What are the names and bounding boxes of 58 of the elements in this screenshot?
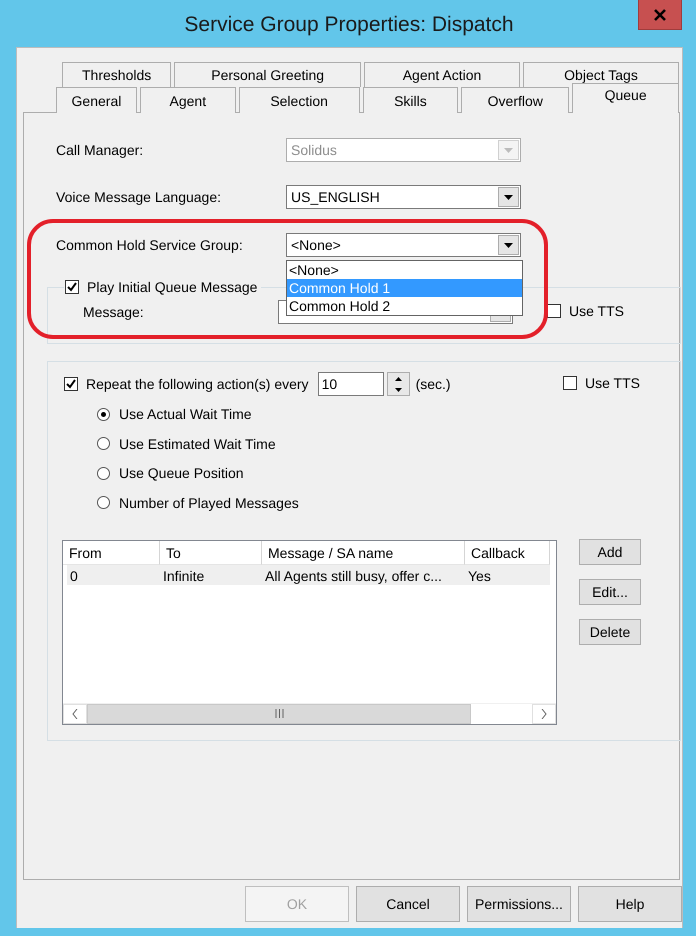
window-title: Service Group Properties: Dispatch [183,12,515,37]
table-cell-text: Infinite [162,566,206,584]
checkbox[interactable] [64,377,78,391]
checkbox-label: Repeat the following action(s) every [86,376,309,392]
radio-label: Number of Played Messages [119,494,299,510]
radio-button[interactable] [97,408,110,420]
button[interactable]: Permissions... [467,886,571,922]
horizontal-scrollbar[interactable] [63,702,556,724]
up-arrow-icon[interactable] [394,376,402,380]
button[interactable]: Delete [579,618,641,644]
tab[interactable]: Selection [238,87,360,113]
table-row[interactable]: 0 Infinite All Agents still busy, offer c... Yes [67,564,550,584]
spinner-button[interactable] [386,372,410,396]
field-label: Common Hold Service Group: [56,237,244,253]
button[interactable]: Edit... [579,578,641,604]
table-cell-text: 0 [69,566,79,584]
field-label: Voice Message Language: [56,189,222,205]
radio-label: Use Estimated Wait Time [119,436,276,452]
table-cell-text: All Agents still busy, offer c... [264,566,443,584]
tab[interactable]: Agent Action [364,62,520,87]
checkbox-label: Play Initial Queue Message [87,279,258,295]
caret-icon [504,242,513,248]
dropdown-option[interactable]: Common Hold 2 [287,297,522,315]
unit-label: (sec.) [416,376,451,392]
checkbox[interactable] [563,376,577,390]
button[interactable]: Help [578,886,682,922]
caret-icon [504,148,513,152]
checkbox[interactable] [65,280,79,294]
button[interactable]: Add [579,538,641,564]
table-cell-text: Yes [467,566,492,584]
dropdown[interactable]: <None> [286,233,521,257]
checkbox-label: Use TTS [585,375,640,391]
tab[interactable]: Personal Greeting [174,62,362,87]
radio-label: Use Queue Position [119,465,244,481]
radio-button[interactable] [97,437,110,450]
checkbox-label: Use TTS [569,303,624,319]
dropdown[interactable]: US_ENGLISH [286,185,521,209]
tab[interactable]: Queue [572,83,680,113]
radio-button[interactable] [97,496,110,509]
radio-label: Use Actual Wait Time [119,406,252,422]
button[interactable]: Cancel [356,886,460,922]
tab[interactable]: Agent [140,87,236,113]
close-button[interactable] [638,0,682,30]
caret-icon [504,194,513,200]
tab[interactable]: Thresholds [62,62,172,87]
field-label: Message: [83,304,145,320]
tab[interactable]: Skills [362,87,458,113]
interval-field[interactable]: 10 [318,372,384,396]
dropdown-option[interactable]: <None> [287,261,522,279]
grip-icon [274,709,284,718]
checkbox[interactable] [547,304,561,318]
radio-button[interactable] [97,466,110,480]
tab[interactable]: Overflow [461,87,570,113]
field-label: Call Manager: [56,142,144,158]
tab[interactable]: General [56,87,137,113]
dropdown-list[interactable]: <None> Common Hold 1 Common Hold 2 [286,260,523,316]
down-arrow-icon[interactable] [394,388,402,392]
close-icon[interactable] [654,8,666,20]
